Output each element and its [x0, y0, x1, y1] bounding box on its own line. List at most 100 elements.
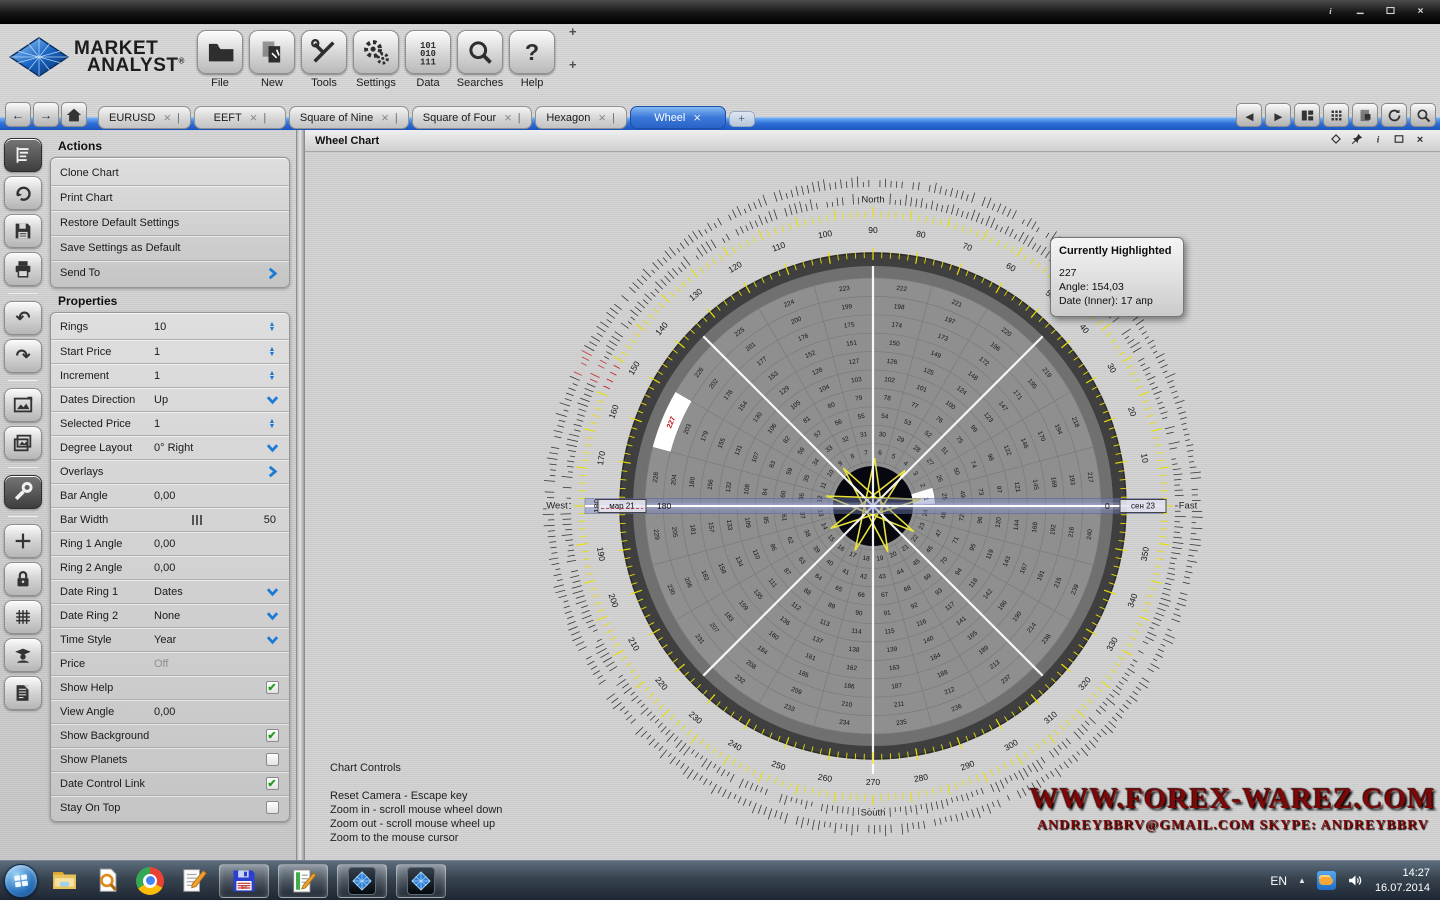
settings-button[interactable]: Settings [350, 30, 402, 89]
tab-close-icon[interactable]: × [250, 113, 258, 123]
tray-expand-icon[interactable]: ▲ [1298, 876, 1306, 885]
lock-button[interactable] [4, 562, 42, 596]
property-ring-2-angle[interactable]: Ring 2 Angle0,00 [51, 555, 289, 579]
minimize-icon[interactable] [1353, 4, 1368, 20]
window-info-icon[interactable]: i [1323, 4, 1338, 20]
refresh-button[interactable] [1381, 103, 1407, 127]
action-save-settings-as-default[interactable]: Save Settings as Default [51, 235, 289, 260]
market-analyst-app-button-2[interactable] [396, 864, 446, 898]
chevron-down-icon[interactable] [264, 609, 280, 622]
save-button[interactable] [4, 214, 42, 248]
notes-button[interactable] [4, 676, 42, 710]
tab-close-icon[interactable]: × [163, 113, 171, 123]
back-button[interactable]: ← [5, 102, 31, 127]
close-icon[interactable]: × [1413, 4, 1428, 20]
chrome-icon[interactable] [133, 864, 167, 898]
spinner-icon[interactable]: ▲▼ [264, 419, 280, 429]
scholar-button[interactable] [4, 638, 42, 672]
print-button[interactable] [4, 252, 42, 286]
tab-close-icon[interactable]: × [693, 113, 701, 123]
add-button[interactable] [4, 524, 42, 558]
forward-button[interactable]: → [33, 102, 59, 127]
submenu-arrow-icon[interactable] [264, 465, 280, 478]
property-dates-direction[interactable]: Dates DirectionUp [51, 387, 289, 411]
action-print-chart[interactable]: Print Chart [51, 185, 289, 210]
property-selected-price[interactable]: Selected Price1▲▼ [51, 411, 289, 435]
spinner-icon[interactable]: ▲▼ [264, 322, 280, 332]
tab-close-icon[interactable]: × [504, 113, 512, 123]
searches-button[interactable]: Searches [454, 30, 506, 89]
nav-left-button[interactable]: ◀ [1236, 103, 1262, 127]
undo-button[interactable]: ↶ [4, 301, 42, 335]
property-time-style[interactable]: Time StyleYear [51, 627, 289, 651]
property-bar-angle[interactable]: Bar Angle0,00 [51, 483, 289, 507]
wheel-chart[interactable]: 1234567891011121314151617181920212223242… [305, 152, 1440, 860]
chevron-down-icon[interactable] [264, 633, 280, 646]
spinner-icon[interactable]: ▲▼ [264, 347, 280, 357]
action-clone-chart[interactable]: Clone Chart [51, 160, 289, 185]
info-icon[interactable]: i [1367, 132, 1388, 149]
property-rings[interactable]: Rings10▲▼ [51, 315, 289, 339]
chevron-down-icon[interactable] [264, 441, 280, 454]
property-date-ring-1[interactable]: Date Ring 1Dates [51, 579, 289, 603]
start-button[interactable] [4, 864, 38, 898]
property-ring-1-angle[interactable]: Ring 1 Angle0,00 [51, 531, 289, 555]
chevron-down-icon[interactable] [264, 585, 280, 598]
new-button[interactable]: New [246, 30, 298, 89]
property-bar-width[interactable]: Bar Width50 [51, 507, 289, 531]
wrench-button[interactable] [4, 475, 42, 509]
new-tab-button[interactable]: + [729, 111, 755, 127]
diamond-icon[interactable] [1325, 132, 1346, 149]
property-stay-on-top[interactable]: Stay On Top [51, 795, 289, 819]
floppy-app-button[interactable]: 64 [219, 864, 269, 898]
search-document-icon[interactable] [90, 864, 124, 898]
nav-right-button[interactable]: ▶ [1265, 103, 1291, 127]
export-image-stack-button[interactable] [4, 426, 42, 460]
tab-eurusd[interactable]: EURUSD×| [98, 106, 191, 129]
data-button[interactable]: 101010111Data [402, 30, 454, 89]
tools-button[interactable]: Tools [298, 30, 350, 89]
checkbox-checked[interactable]: ✔ [266, 729, 279, 742]
home-button[interactable] [61, 102, 87, 127]
editor-app-button[interactable] [278, 864, 328, 898]
property-price[interactable]: PriceOff [51, 651, 289, 675]
maximize-icon[interactable] [1388, 132, 1409, 149]
maximize-icon[interactable] [1383, 4, 1398, 20]
property-date-ring-2[interactable]: Date Ring 2None [51, 603, 289, 627]
tab-wheel[interactable]: Wheel× [630, 106, 726, 129]
checkbox-unchecked[interactable] [266, 801, 279, 814]
property-overlays[interactable]: Overlays [51, 459, 289, 483]
property-increment[interactable]: Increment1▲▼ [51, 363, 289, 387]
tab-eeft[interactable]: EEFT×| [194, 106, 286, 129]
spinner-icon[interactable]: ▲▼ [264, 371, 280, 381]
clock[interactable]: 14:2716.07.2014 [1375, 866, 1430, 896]
tab-square-of-four[interactable]: Square of Four×| [412, 106, 532, 129]
property-degree-layout[interactable]: Degree Layout0° Right [51, 435, 289, 459]
tab-hexagon[interactable]: Hexagon×| [535, 106, 627, 129]
redo-button[interactable]: ↷ [4, 339, 42, 373]
page-button[interactable] [1352, 103, 1378, 127]
layout-button[interactable] [1294, 103, 1320, 127]
search-small-button[interactable] [1410, 103, 1436, 127]
bar-width-slider[interactable] [192, 515, 202, 525]
property-date-control-link[interactable]: Date Control Link✔ [51, 771, 289, 795]
pin-icon[interactable] [1346, 132, 1367, 149]
checkbox-unchecked[interactable] [266, 753, 279, 766]
property-view-angle[interactable]: View Angle0,00 [51, 699, 289, 723]
property-show-help[interactable]: Show Help✔ [51, 675, 289, 699]
export-image-button[interactable] [4, 388, 42, 422]
checkbox-checked[interactable]: ✔ [266, 681, 279, 694]
close-icon[interactable]: × [1409, 132, 1430, 149]
speaker-icon[interactable] [1347, 872, 1364, 889]
tab-close-icon[interactable]: × [598, 113, 606, 123]
sidebar-splitter[interactable] [296, 130, 305, 860]
file-button[interactable]: File [194, 30, 246, 89]
action-restore-default-settings[interactable]: Restore Default Settings [51, 210, 289, 235]
property-start-price[interactable]: Start Price1▲▼ [51, 339, 289, 363]
grid-dots-button[interactable] [1323, 103, 1349, 127]
checkbox-checked[interactable]: ✔ [266, 777, 279, 790]
grid-button[interactable] [4, 600, 42, 634]
help-button[interactable]: ?Help [506, 30, 558, 89]
cycle-button[interactable] [4, 176, 42, 210]
chart-canvas[interactable]: 1234567891011121314151617181920212223242… [305, 152, 1440, 860]
